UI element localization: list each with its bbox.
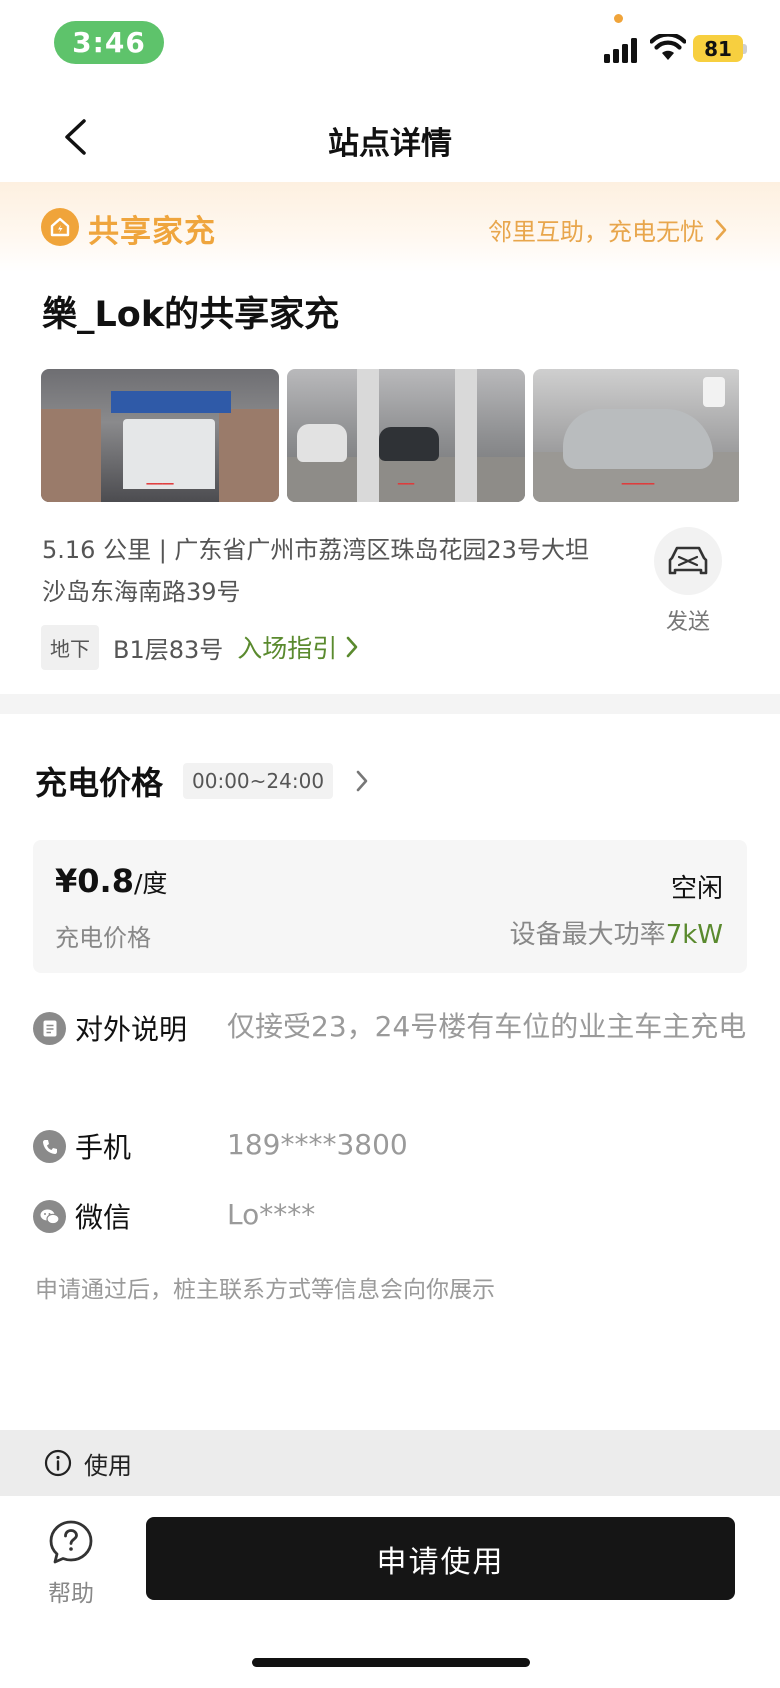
photo-car [297,424,347,462]
home-icon [41,208,79,246]
contact-notice: 申请通过后，桩主联系方式等信息会向你展示 [35,1277,495,1303]
send-to-car-button[interactable] [654,527,722,595]
phone-label: 手机 [75,1131,132,1164]
wechat-label: 微信 [75,1201,132,1234]
photo-caption-red: ━━━ [397,480,415,490]
page-title: 站点详情 [328,126,452,162]
banner-title: 共享家充 [88,214,216,250]
price-label: 充电价格 [55,924,151,952]
status-bar: 3:46 81 [0,0,780,90]
price-unit: /度 [133,869,168,898]
car-icon [668,546,708,575]
entry-guide-link[interactable]: 入场指引 [237,629,359,665]
photo-car [563,409,713,469]
nav-bar: 站点详情 [0,90,780,182]
phone-icon [33,1130,66,1163]
price-section-header: 充电价格 00:00~24:00 [35,758,369,804]
chevron-right-icon [356,770,368,792]
help-button[interactable]: 帮助 [40,1518,102,1608]
home-indicator[interactable] [252,1658,530,1667]
charger-status: 空闲 [670,874,723,904]
station-address: 5.16 公里 | 广东省广州市荔湾区珠岛花园23号大坦沙岛东海南路39号 [42,536,589,606]
phone-value: 189****3800 [227,1128,408,1161]
usage-info-strip[interactable]: 使用 [0,1430,780,1496]
parking-spot-number: B1层83号 [113,635,224,664]
description-label: 对外说明 [75,1013,188,1046]
max-power-label: 设备最大功率 [509,920,666,950]
photo-sign-board [111,391,231,413]
usage-label: 使用 [84,1451,132,1480]
wechat-value: Lo**** [227,1198,316,1231]
photo-garage-lane[interactable]: ━━━ [287,369,525,502]
max-power: 设备最大功率7kW [510,914,723,951]
entry-guide-label: 入场指引 [237,634,338,663]
shared-charging-banner: 共享家充 邻里互助，充电无忧 [0,182,780,272]
info-icon [44,1449,72,1477]
price-time-range: 00:00~24:00 [183,763,334,799]
underground-tag: 地下 [41,624,99,670]
cellular-signal-icon [604,37,640,63]
description-value: 仅接受23，24号楼有车位的业主车主充电 [227,1010,747,1043]
price-heading: 充电价格 [35,764,164,802]
photo-caption-red: ━━━━━ [146,480,174,490]
banner-promo-link[interactable]: 邻里互助，充电无忧 [488,212,728,247]
wechat-icon [33,1200,66,1233]
station-title: 樂_Lok的共享家充 [42,295,340,335]
wifi-icon [650,34,686,60]
send-label: 发送 [665,610,710,635]
help-icon [49,1520,93,1564]
banner-link-text: 邻里互助，充电无忧 [488,218,704,246]
price-value: ¥0.8/度 [55,862,167,900]
price-card: ¥0.8/度 充电价格 空闲 设备最大功率7kW [33,840,747,973]
apply-button[interactable]: 申请使用 [146,1517,735,1600]
photo-caption-red: ━━━━━━ [621,480,655,490]
photo-car [379,427,439,461]
station-photo-gallery[interactable]: ━━━━━ ━━━ ━━━━━━ [41,369,739,502]
status-time: 3:46 [54,21,164,64]
parking-spot-row: 地下 B1层83号 入场指引 [41,624,359,670]
section-divider [0,694,780,714]
max-power-value: 7kW [665,920,723,950]
price-amount: ¥0.8 [55,862,134,900]
photo-tunnel [123,419,215,489]
photo-parking-entrance[interactable]: ━━━━━ [41,369,279,502]
help-label: 帮助 [48,1581,94,1607]
chevron-right-icon [715,219,727,240]
document-icon [33,1012,66,1045]
privacy-indicator-dot [614,14,623,23]
price-detail-button[interactable] [355,769,369,793]
battery-level: 81 [693,35,743,62]
chevron-right-icon [346,636,358,658]
photo-charging-spot[interactable]: ━━━━━━ [533,369,739,502]
photo-charger [703,377,725,407]
battery-tip [743,44,747,54]
